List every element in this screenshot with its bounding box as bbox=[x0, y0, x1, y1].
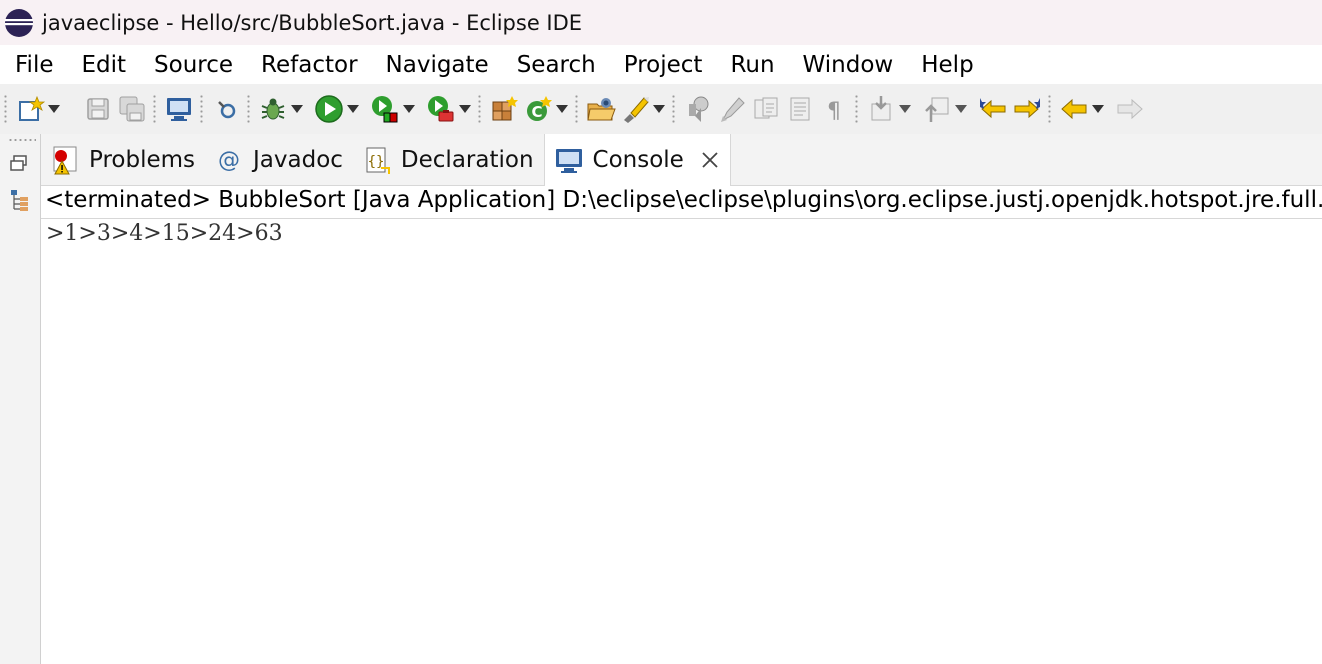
menu-edit[interactable]: Edit bbox=[68, 52, 141, 78]
run-icon[interactable] bbox=[312, 92, 346, 126]
close-icon[interactable] bbox=[700, 150, 720, 170]
menu-bar: File Edit Source Refactor Navigate Searc… bbox=[0, 45, 1322, 84]
toolbar-grip[interactable] bbox=[153, 94, 156, 124]
svg-text:C: C bbox=[531, 103, 542, 121]
menu-help[interactable]: Help bbox=[907, 52, 987, 78]
toolbar-grip[interactable] bbox=[478, 94, 481, 124]
trim-grip[interactable] bbox=[8, 138, 36, 142]
debug-dropdown-icon[interactable] bbox=[290, 92, 304, 126]
toolbar-grip[interactable] bbox=[672, 94, 675, 124]
toolbar-grip[interactable] bbox=[247, 94, 250, 124]
next-annotation-dropdown-icon[interactable] bbox=[898, 92, 912, 126]
next-annotation-icon[interactable] bbox=[864, 92, 898, 126]
toolbar-grip[interactable] bbox=[200, 94, 203, 124]
toggle-breadcrumb-icon[interactable] bbox=[681, 92, 715, 126]
menu-source[interactable]: Source bbox=[140, 52, 247, 78]
console-output-area[interactable]: >1>3>4>15>24>63 bbox=[41, 219, 1322, 664]
tab-problems[interactable]: Problems bbox=[41, 134, 205, 185]
svg-text:¶: ¶ bbox=[827, 99, 841, 124]
new-wizard-icon[interactable] bbox=[13, 92, 47, 126]
menu-refactor[interactable]: Refactor bbox=[247, 52, 371, 78]
tab-problems-label: Problems bbox=[89, 146, 196, 173]
problems-icon bbox=[49, 144, 81, 176]
pilcrow-icon[interactable]: ¶ bbox=[817, 92, 851, 126]
menu-project[interactable]: Project bbox=[610, 52, 717, 78]
back-icon[interactable] bbox=[1057, 92, 1091, 126]
coverage-dropdown-icon[interactable] bbox=[402, 92, 416, 126]
svg-text:@: @ bbox=[218, 148, 240, 173]
main-toolbar: C ¶ bbox=[0, 84, 1322, 134]
package-explorer-icon[interactable] bbox=[8, 188, 32, 212]
restore-icon[interactable] bbox=[8, 152, 32, 176]
menu-search[interactable]: Search bbox=[503, 52, 610, 78]
console-status-line: <terminated> BubbleSort [Java Applicatio… bbox=[41, 186, 1322, 219]
previous-annotation-icon[interactable] bbox=[920, 92, 954, 126]
new-class-dropdown-icon[interactable] bbox=[555, 92, 569, 126]
toolbar-separator bbox=[67, 94, 75, 124]
debug-bug-icon[interactable] bbox=[256, 92, 290, 126]
open-task-icon[interactable] bbox=[618, 92, 652, 126]
run-dropdown-icon[interactable] bbox=[346, 92, 360, 126]
tab-console-label: Console bbox=[592, 147, 684, 173]
previous-annotation-dropdown-icon[interactable] bbox=[954, 92, 968, 126]
title-bar: javaeclipse - Hello/src/BubbleSort.java … bbox=[0, 0, 1322, 45]
open-type-icon[interactable] bbox=[584, 92, 618, 126]
save-icon[interactable] bbox=[81, 92, 115, 126]
search-tool-icon[interactable] bbox=[209, 92, 243, 126]
external-tools-dropdown-icon[interactable] bbox=[458, 92, 472, 126]
new-java-package-icon[interactable] bbox=[487, 92, 521, 126]
tab-declaration[interactable]: {} Declaration bbox=[353, 134, 544, 185]
menu-file[interactable]: File bbox=[0, 52, 68, 78]
external-tools-icon[interactable] bbox=[424, 92, 458, 126]
toolbar-grip[interactable] bbox=[855, 94, 858, 124]
menu-run[interactable]: Run bbox=[716, 52, 788, 78]
console-icon bbox=[553, 144, 585, 176]
bottom-panel-tabs: Problems @ Javadoc {} Declaration Consol… bbox=[41, 134, 1322, 186]
show-whitespace-icon[interactable] bbox=[783, 92, 817, 126]
new-dropdown-icon[interactable] bbox=[47, 92, 61, 126]
console-process-label: <terminated> BubbleSort [Java Applicatio… bbox=[45, 187, 1322, 213]
tab-declaration-label: Declaration bbox=[400, 146, 534, 173]
tab-javadoc-label: Javadoc bbox=[253, 146, 343, 173]
menu-navigate[interactable]: Navigate bbox=[372, 52, 503, 78]
eclipse-logo-icon bbox=[5, 8, 33, 37]
last-edit-location-icon[interactable] bbox=[976, 92, 1010, 126]
toolbar-grip[interactable] bbox=[4, 94, 7, 124]
toolbar-grip[interactable] bbox=[1048, 94, 1051, 124]
open-task-dropdown-icon[interactable] bbox=[652, 92, 666, 126]
window-title: javaeclipse - Hello/src/BubbleSort.java … bbox=[42, 10, 583, 35]
toolbar-grip[interactable] bbox=[575, 94, 578, 124]
new-class-icon[interactable]: C bbox=[521, 92, 555, 126]
coverage-icon[interactable] bbox=[368, 92, 402, 126]
save-all-icon[interactable] bbox=[115, 92, 149, 126]
declaration-icon: {} bbox=[361, 144, 393, 176]
terminal-icon[interactable] bbox=[162, 92, 196, 126]
tab-console[interactable]: Console bbox=[543, 134, 731, 186]
back-dropdown-icon[interactable] bbox=[1091, 92, 1105, 126]
tab-javadoc[interactable]: @ Javadoc bbox=[205, 134, 353, 185]
forward-icon[interactable] bbox=[1113, 92, 1147, 126]
toggle-highlight-icon[interactable] bbox=[715, 92, 749, 126]
left-trim-bar bbox=[0, 134, 41, 664]
forward-edit-icon[interactable] bbox=[1010, 92, 1044, 126]
javadoc-at-icon: @ bbox=[213, 144, 245, 176]
menu-window[interactable]: Window bbox=[789, 52, 908, 78]
console-output-line: >1>3>4>15>24>63 bbox=[46, 221, 283, 246]
toggle-block-selection-icon[interactable] bbox=[749, 92, 783, 126]
